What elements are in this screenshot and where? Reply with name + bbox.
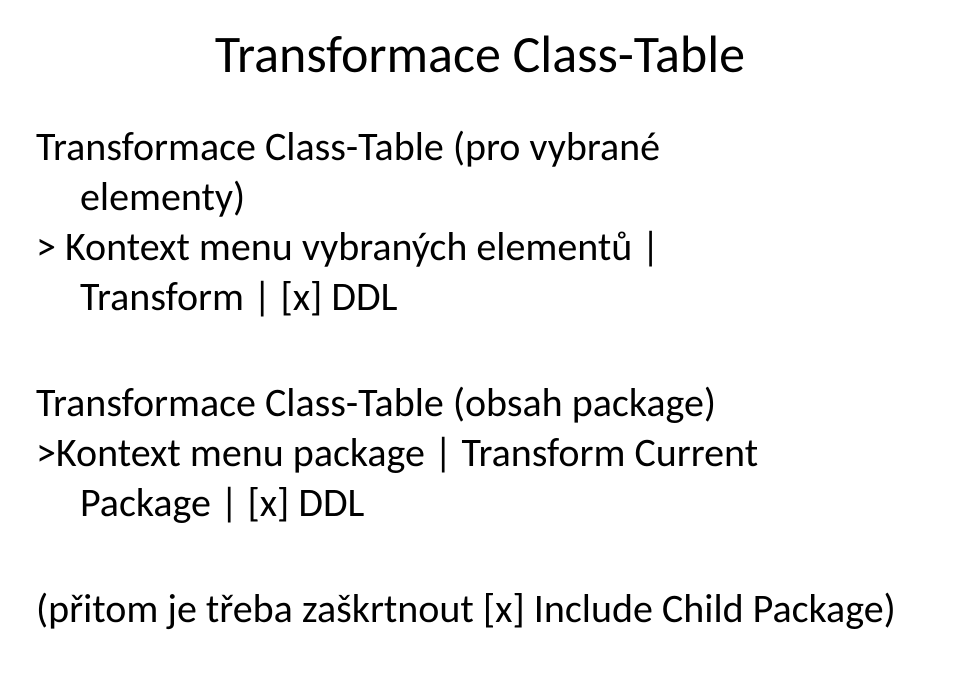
block-1-line-3: > Kontext menu vybraných elementů | [36,222,924,272]
footnote: (přitom je třeba zaškrtnout [x] Include … [36,584,924,634]
slide-content: Transformace Class-Table Transformace Cl… [0,0,960,696]
block-1-line-2: elementy) [36,172,924,222]
block-2: Transformace Class-Table (obsah package)… [36,378,924,528]
block-1: Transformace Class-Table (pro vybrané el… [36,122,924,322]
block-1-line-4: Transform | [x] DDL [36,272,924,322]
block-2-line-1: Transformace Class-Table (obsah package) [36,378,924,428]
page-title: Transformace Class-Table [36,22,924,86]
block-1-line-1: Transformace Class-Table (pro vybrané [36,122,924,172]
block-2-line-3: Package | [x] DDL [36,478,924,528]
block-2-line-2: >Kontext menu package | Transform Curren… [36,428,924,478]
